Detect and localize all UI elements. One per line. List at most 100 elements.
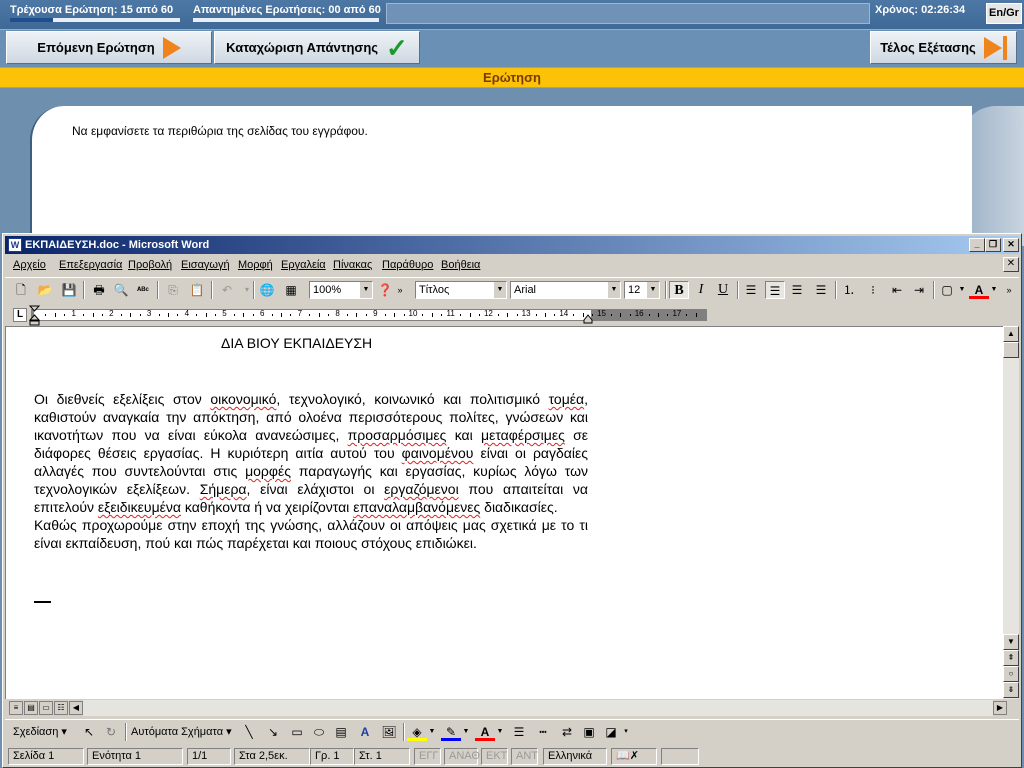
- text-box-icon[interactable]: ▤: [331, 723, 351, 741]
- chevron-down-icon[interactable]: ▼: [957, 281, 967, 299]
- font-color-icon[interactable]: A: [475, 723, 495, 741]
- style-select[interactable]: Τίτλος ▼: [415, 281, 507, 299]
- submit-answer-button[interactable]: Καταχώριση Απάντησης ✓: [214, 31, 420, 64]
- right-indent-marker-icon[interactable]: [583, 314, 593, 324]
- menu-file[interactable]: Αρχείο: [13, 259, 46, 271]
- borders-icon[interactable]: ▢: [937, 281, 957, 299]
- menu-help[interactable]: Βοήθεια: [441, 259, 480, 271]
- toolbar-overflow-icon[interactable]: »: [395, 281, 405, 299]
- spelling-status-icon[interactable]: 📖✗: [611, 748, 657, 765]
- 3d-icon[interactable]: ◪: [601, 723, 621, 741]
- print-preview-icon[interactable]: 🔍: [111, 281, 131, 299]
- status-overtype[interactable]: ΑΝΤ: [511, 748, 538, 765]
- menu-format[interactable]: Μορφή: [238, 259, 273, 271]
- copy-icon[interactable]: ⎘: [163, 281, 183, 299]
- line-style-icon[interactable]: ☰: [509, 723, 529, 741]
- select-objects-icon[interactable]: ↖: [79, 723, 99, 741]
- underline-button[interactable]: U: [713, 281, 733, 299]
- hyperlink-icon[interactable]: 🌐: [257, 281, 277, 299]
- free-rotate-icon[interactable]: ↻: [101, 723, 121, 741]
- align-right-icon[interactable]: ☰: [787, 281, 807, 299]
- chevron-down-icon[interactable]: ▼: [989, 281, 999, 299]
- rectangle-tool-icon[interactable]: ▭: [287, 723, 307, 741]
- menu-insert[interactable]: Εισαγωγή: [181, 259, 230, 271]
- line-color-icon[interactable]: ✎: [441, 723, 461, 741]
- oval-tool-icon[interactable]: ⬭: [309, 723, 329, 741]
- next-question-button[interactable]: Επόμενη Ερώτηση: [6, 31, 212, 64]
- vertical-scrollbar[interactable]: ▲ ▼ ⇞ ○ ⇟: [1003, 326, 1019, 699]
- tab-selector-button[interactable]: L: [13, 308, 27, 322]
- fill-color-icon[interactable]: ◈: [407, 723, 427, 741]
- save-icon[interactable]: 💾: [59, 281, 79, 299]
- zoom-select[interactable]: 100% ▼: [309, 281, 373, 299]
- arrow-tool-icon[interactable]: ↘: [263, 723, 283, 741]
- scroll-thumb[interactable]: [1003, 342, 1019, 358]
- align-center-icon[interactable]: ☰: [765, 281, 785, 299]
- scroll-left-icon[interactable]: ◀: [69, 701, 83, 715]
- close-window-button[interactable]: ✕: [1003, 238, 1019, 252]
- insert-table-icon[interactable]: ▦: [281, 281, 301, 299]
- justify-icon[interactable]: ☰: [811, 281, 831, 299]
- chevron-down-icon[interactable]: ▾: [621, 723, 631, 741]
- normal-view-icon[interactable]: ≡: [9, 701, 23, 715]
- shadow-icon[interactable]: ▣: [579, 723, 599, 741]
- dash-style-icon[interactable]: ┅: [533, 723, 553, 741]
- new-document-icon[interactable]: 🗋: [11, 281, 31, 299]
- bullets-icon[interactable]: ⁝: [863, 281, 883, 299]
- clip-art-icon[interactable]: 🖼: [379, 723, 399, 741]
- chevron-down-icon[interactable]: ▼: [461, 723, 471, 741]
- menu-tools[interactable]: Εργαλεία: [281, 259, 326, 271]
- outline-view-icon[interactable]: ☷: [54, 701, 68, 715]
- document-page[interactable]: ΔΙΑ ΒΙΟΥ ΕΚΠΑΙΔΕΥΣΗ Οι διεθνείς εξελίξει…: [5, 326, 1003, 699]
- scroll-up-icon[interactable]: ▲: [1003, 326, 1019, 342]
- previous-page-icon[interactable]: ⇞: [1003, 650, 1019, 666]
- menu-window[interactable]: Παράθυρο: [382, 259, 433, 271]
- restore-button[interactable]: ❐: [985, 238, 1001, 252]
- numbering-icon[interactable]: ⒈: [839, 281, 859, 299]
- next-page-icon[interactable]: ⇟: [1003, 682, 1019, 698]
- web-layout-icon[interactable]: ▤: [24, 701, 38, 715]
- toolbar-overflow-icon[interactable]: »: [1003, 281, 1015, 299]
- status-track-changes[interactable]: ΑΝΑΘ: [444, 748, 480, 765]
- line-tool-icon[interactable]: ╲: [239, 723, 259, 741]
- draw-menu-button[interactable]: Σχεδίαση ▾: [13, 723, 73, 741]
- menu-table[interactable]: Πίνακας: [333, 259, 372, 271]
- arrow-style-icon[interactable]: ⇄: [557, 723, 577, 741]
- status-record[interactable]: ΕΓΓ: [414, 748, 441, 765]
- paste-icon[interactable]: 📋: [187, 281, 207, 299]
- font-size-select[interactable]: 12 ▼: [624, 281, 660, 299]
- undo-icon[interactable]: ↶: [217, 281, 237, 299]
- language-toggle-button[interactable]: En/Gr: [986, 3, 1022, 24]
- bold-button[interactable]: B: [669, 281, 689, 299]
- font-color-icon[interactable]: A: [969, 281, 989, 299]
- wordart-icon[interactable]: A: [355, 723, 375, 741]
- chevron-down-icon[interactable]: ▼: [495, 723, 505, 741]
- word-document-icon[interactable]: W: [8, 238, 22, 252]
- status-extend[interactable]: ΕΚΤ: [481, 748, 508, 765]
- close-document-button[interactable]: ✕: [1003, 257, 1019, 272]
- open-folder-icon[interactable]: 📂: [35, 281, 55, 299]
- autoshapes-menu-button[interactable]: Αυτόματα Σχήματα ▾: [131, 723, 235, 741]
- spelling-icon[interactable]: ᴬᴮᶜ: [133, 281, 153, 299]
- ruler-track[interactable]: 1 2 3 4 5 6 7 8 9 10 11 12 13 14 15 16 17: [31, 309, 707, 321]
- menu-edit[interactable]: Επεξεργασία: [59, 259, 122, 271]
- italic-button[interactable]: I: [691, 281, 711, 299]
- font-select[interactable]: Arial ▼: [510, 281, 621, 299]
- menu-view[interactable]: Προβολή: [128, 259, 172, 271]
- help-icon[interactable]: ❓: [375, 281, 395, 299]
- decrease-indent-icon[interactable]: ⇤: [887, 281, 907, 299]
- end-exam-button[interactable]: Τέλος Εξέτασης: [870, 31, 1017, 64]
- print-icon[interactable]: 🖶: [89, 281, 109, 299]
- document-paragraph: Οι διεθνείς εξελίξεις στον οικονομικό, τ…: [34, 390, 588, 516]
- scroll-down-icon[interactable]: ▼: [1003, 634, 1019, 650]
- chevron-down-icon[interactable]: ▼: [427, 723, 437, 741]
- horizontal-scrollbar[interactable]: [83, 700, 993, 716]
- document-body[interactable]: Οι διεθνείς εξελίξεις στον οικονομικό, τ…: [34, 390, 588, 552]
- minimize-button[interactable]: _: [969, 238, 985, 252]
- align-left-icon[interactable]: ☰: [741, 281, 761, 299]
- increase-indent-icon[interactable]: ⇥: [909, 281, 929, 299]
- select-browse-object-icon[interactable]: ○: [1003, 666, 1019, 682]
- print-layout-icon[interactable]: ▭: [39, 701, 53, 715]
- scroll-right-icon[interactable]: ▶: [993, 701, 1007, 715]
- indent-marker-icon[interactable]: [29, 304, 40, 326]
